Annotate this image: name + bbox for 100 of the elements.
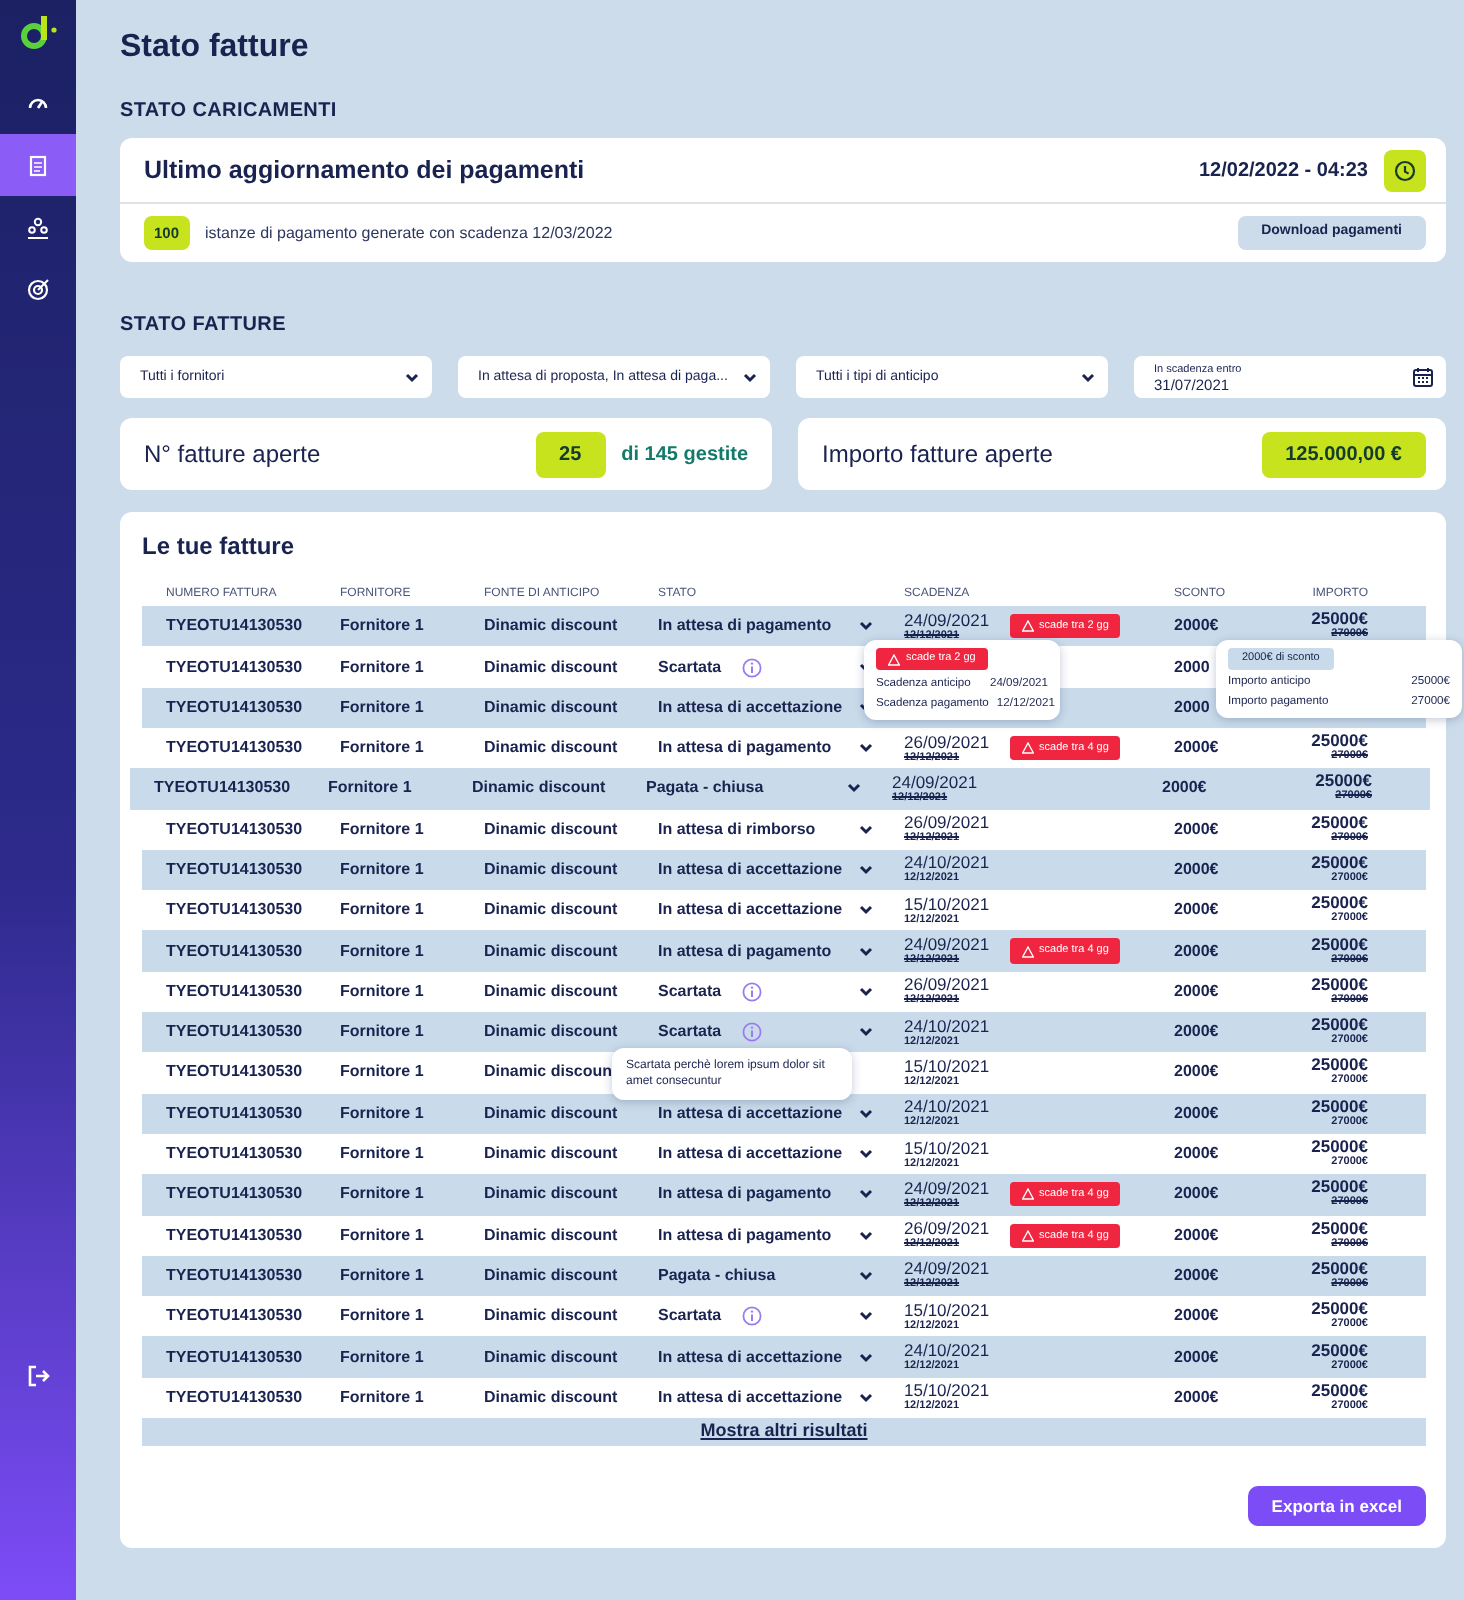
table-cell: 2000€ xyxy=(1162,778,1207,797)
amount-text: 25000€ xyxy=(1309,1056,1368,1073)
status-text: In attesa di accettazione xyxy=(658,695,843,720)
chevron-icon[interactable] xyxy=(858,1389,874,1406)
status-text: Scartata xyxy=(658,979,722,1004)
chevron-icon[interactable] xyxy=(858,821,874,838)
chevron-icon[interactable] xyxy=(858,902,874,919)
table-cell: 2000€ xyxy=(1174,1387,1219,1406)
export-button[interactable]: Exporta in excel xyxy=(1247,1485,1426,1527)
chevron-icon[interactable] xyxy=(858,943,874,960)
amount-text: 25000€ xyxy=(1309,975,1368,992)
due-date: 24/09/2021 xyxy=(904,1179,990,1198)
table-cell: TYEOTU14130530 xyxy=(166,819,303,838)
chevron-icon[interactable] xyxy=(858,983,874,1000)
chevron-icon[interactable] xyxy=(858,1267,874,1284)
table-cell: Dinamic discount xyxy=(472,778,606,797)
due-date: 26/09/2021 xyxy=(904,733,990,752)
warning-icon xyxy=(1021,742,1034,755)
chevron-icon[interactable] xyxy=(858,861,874,878)
chevron-icon[interactable] xyxy=(858,1024,874,1041)
table-cell: Fornitore 1 xyxy=(340,1225,424,1244)
table-cell: Dinamic discount xyxy=(484,657,618,675)
warning-icon xyxy=(888,653,900,666)
due-date: 26/09/2021 xyxy=(904,1220,990,1239)
table-cell: Fornitore 1 xyxy=(340,738,424,757)
amount-text: 25000€ xyxy=(1309,610,1368,627)
table-cell: Dinamic discount xyxy=(484,1306,618,1325)
chevron-icon[interactable] xyxy=(858,740,874,757)
show-more-link[interactable]: Mostra altri risultati xyxy=(700,1418,868,1445)
status-text: In attesa di accettazione xyxy=(658,857,843,882)
table-cell: TYEOTU14130530 xyxy=(166,1265,303,1284)
due-date: 26/09/2021 xyxy=(904,976,990,995)
table-cell: Dinamic discount xyxy=(484,1265,618,1284)
table-cell: 2000€ xyxy=(1174,859,1219,878)
table-cell: TYEOTU14130530 xyxy=(166,738,303,757)
table-cell: TYEOTU14130530 xyxy=(166,1062,303,1081)
info-icon[interactable] xyxy=(741,981,762,1002)
clock-button[interactable] xyxy=(1384,150,1426,192)
status-text: Scartata xyxy=(658,1304,722,1329)
table-cell: Fornitore 1 xyxy=(340,941,424,960)
status-text: In attesa di rimborso xyxy=(658,817,816,842)
amount-text: 25000€ xyxy=(1309,935,1368,952)
amount-text: 25000€ xyxy=(1309,1016,1368,1033)
table-cell: Dinamic discount xyxy=(484,1144,618,1163)
section-heading: STATO CARICAMENTI xyxy=(120,98,339,126)
due-date: 24/10/2021 xyxy=(904,1017,990,1036)
info-icon[interactable] xyxy=(741,1306,762,1327)
table-cell: TYEOTU14130530 xyxy=(166,1144,303,1163)
table-cell: 2000€ xyxy=(1174,1347,1219,1366)
chevron-icon[interactable] xyxy=(846,780,862,797)
table-cell: Dinamic discount xyxy=(484,1225,618,1244)
table-cell: 2000€ xyxy=(1174,1062,1219,1081)
table-cell: TYEOTU14130530 xyxy=(166,657,303,675)
amount-badge: 125.000,00 € xyxy=(1261,431,1426,478)
table-cell: Dinamic discount xyxy=(484,1184,618,1203)
amount-text: 25000€ xyxy=(1309,1259,1368,1276)
due-date: 15/10/2021 xyxy=(904,1382,990,1401)
table-cell: 2000€ xyxy=(1174,616,1219,635)
total-text: di 145 gestite xyxy=(621,441,748,470)
table-cell: Fornitore 1 xyxy=(340,697,424,716)
chevron-icon xyxy=(742,369,758,386)
table-cell: Dinamic discoun xyxy=(484,1062,613,1081)
status-text: In attesa di accettazione xyxy=(658,1101,843,1126)
status-text: Scartata xyxy=(658,655,722,679)
chevron-icon[interactable] xyxy=(858,618,874,635)
calendar-icon xyxy=(1412,366,1434,389)
table-cell: 2000€ xyxy=(1174,1306,1219,1325)
amount-text: 25000€ xyxy=(1309,732,1368,749)
due-date: 24/10/2021 xyxy=(904,854,990,873)
chevron-icon[interactable] xyxy=(858,1186,874,1203)
due-date: 24/09/2021 xyxy=(904,936,990,955)
due-date: 26/09/2021 xyxy=(904,814,990,833)
info-icon[interactable] xyxy=(741,657,762,677)
chevron-icon[interactable] xyxy=(858,1349,874,1366)
table-cell: 2000€ xyxy=(1174,941,1219,960)
page-title: Stato fatture xyxy=(120,28,311,68)
status-text: In attesa di accettazione xyxy=(658,1142,843,1167)
table-cell: 2000€ xyxy=(1174,900,1219,919)
status-text: In attesa di pagamento xyxy=(658,736,832,761)
logout-icon[interactable] xyxy=(26,1364,50,1388)
table-cell: Dinamic discount xyxy=(484,1347,618,1366)
chevron-icon[interactable] xyxy=(858,1146,874,1163)
amount-text: 25000€ xyxy=(1309,813,1368,830)
amount-text: 25000€ xyxy=(1309,1138,1368,1155)
table-cell: Fornitore 1 xyxy=(340,616,424,635)
due-date: 24/10/2021 xyxy=(904,1342,990,1361)
table-cell: Fornitore 1 xyxy=(340,981,424,1000)
chevron-icon[interactable] xyxy=(858,1227,874,1244)
status-text: In attesa di accettazione xyxy=(658,1345,843,1370)
table-cell: 2000€ xyxy=(1174,1103,1219,1122)
warning-icon xyxy=(1021,1229,1034,1242)
table-cell: Dinamic discount xyxy=(484,941,618,960)
table-cell: 2000€ xyxy=(1174,1225,1219,1244)
status-text: In attesa di accettazione xyxy=(658,898,843,923)
chevron-icon[interactable] xyxy=(858,1308,874,1325)
table-cell: Fornitore 1 xyxy=(328,778,412,797)
table-cell: TYEOTU14130530 xyxy=(166,1347,303,1366)
amount-text: 25000€ xyxy=(1309,1381,1368,1398)
chevron-icon[interactable] xyxy=(858,1105,874,1122)
status-text: In attesa di pagamento xyxy=(658,1223,832,1248)
